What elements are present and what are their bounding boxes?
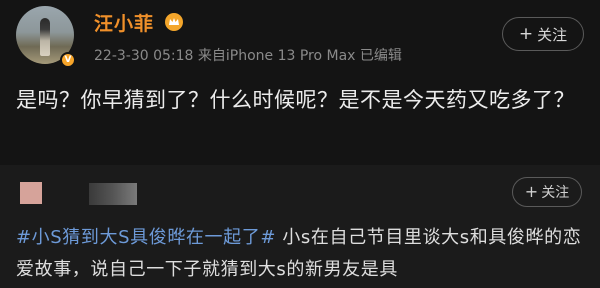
hashtag-link[interactable]: #小S猜到大S具俊晔在一起了# bbox=[16, 227, 276, 248]
follow-label: 关注 bbox=[537, 25, 568, 44]
username[interactable]: 汪小菲 bbox=[94, 9, 154, 36]
avatar-thumbnail[interactable] bbox=[20, 182, 42, 204]
repost-follow-button[interactable]: + 关注 bbox=[512, 177, 582, 207]
post-meta: 22-3-30 05:18 来自iPhone 13 Pro Max 已编辑 bbox=[94, 48, 402, 64]
repost-text: #小S猜到大S具俊晔在一起了# 小s在自己节目里谈大s和具俊晔的恋爱故事，说自己… bbox=[16, 222, 584, 286]
post-content: 是吗？你早猜到了？什么时候呢？是不是今天药又吃多了？ bbox=[16, 88, 575, 112]
avatar-figure bbox=[40, 18, 50, 56]
plus-icon: + bbox=[524, 182, 539, 201]
plus-icon: + bbox=[518, 23, 534, 44]
follow-button[interactable]: + 关注 bbox=[502, 17, 584, 51]
follow-label: 关注 bbox=[541, 185, 570, 201]
crown-icon bbox=[165, 13, 183, 31]
verified-badge-icon: V bbox=[60, 52, 76, 68]
username-thumbnail[interactable] bbox=[89, 183, 137, 205]
